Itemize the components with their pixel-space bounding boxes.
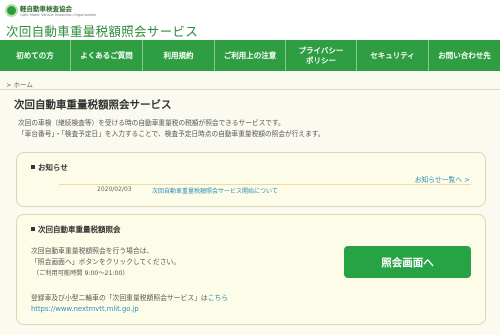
logo-text: 軽自動車検査協会 Light Motor Vehicle Inspection … bbox=[20, 5, 96, 17]
nav-first-time-label: 初めての方 bbox=[16, 50, 54, 60]
inquiry-instruction-2: 「照会画面へ」ボタンをクリックしてください。 bbox=[31, 258, 181, 266]
nav-privacy-policy[interactable]: プライバシー ポリシー bbox=[286, 40, 357, 71]
main-navigation: 初めての方 よくあるご質問 利用規約 ご利用上の注意 プライバシー ポリシー セ… bbox=[0, 40, 500, 71]
news-panel: お知らせ お知らせ一覧へ > 2020/02/03 次回自動車重量税額照会サービ… bbox=[16, 152, 486, 207]
site-title[interactable]: 次回自動車重量税額照会サービス bbox=[6, 21, 198, 40]
page-title: 次回自動車重量税額照会サービス bbox=[14, 99, 172, 111]
logo-name-jp: 軽自動車検査協会 bbox=[20, 4, 72, 13]
site-header: 軽自動車検査協会 Light Motor Vehicle Inspection … bbox=[0, 0, 500, 40]
service-hours: （ご利用可能時間 9:00～21:00） bbox=[33, 270, 129, 277]
inquiry-panel: 次回自動車重量税額照会 次回自動車重量税額照会を行う場合は、 「照会画面へ」ボタ… bbox=[16, 214, 486, 325]
news-list-link[interactable]: お知らせ一覧へ > bbox=[415, 174, 470, 184]
nav-usage-notes-label: ご利用上の注意 bbox=[223, 50, 277, 60]
intro-line-2: 「車台番号」・「検査予定日」を入力することで、検査予定日時点の自動車重量税額の照… bbox=[18, 130, 325, 138]
breadcrumb[interactable]: > ホーム bbox=[6, 79, 33, 89]
logo-name-en: Light Motor Vehicle Inspection Organizat… bbox=[20, 12, 97, 17]
news-item-link[interactable]: 次回自動車重量税額照会サービス開始について bbox=[152, 186, 278, 195]
intro-line-1: 次回の車検（継続検査等）を受ける時の自動車重量税の税額が照会できるサービスです。 bbox=[18, 119, 285, 127]
nav-first-time[interactable]: 初めての方 bbox=[0, 40, 71, 71]
nav-usage-notes[interactable]: ご利用上の注意 bbox=[215, 40, 286, 71]
news-heading: お知らせ bbox=[31, 162, 68, 173]
inquiry-instruction-1: 次回自動車重量税額照会を行う場合は、 bbox=[31, 247, 154, 255]
mlit-service-url[interactable]: https://www.nextmvtt.mlit.go.jp bbox=[31, 305, 139, 313]
intro-text: 次回の車検（継続検査等）を受ける時の自動車重量税の税額が照会できるサービスです。… bbox=[18, 118, 324, 140]
nav-contact[interactable]: お問い合わせ先 bbox=[429, 40, 500, 71]
news-divider bbox=[59, 184, 471, 185]
registered-vehicle-note-text: 登録車及び小型二輪車の「次回重量税額照会サービス」は bbox=[31, 294, 208, 302]
nav-faq[interactable]: よくあるご質問 bbox=[71, 40, 143, 71]
nav-security-label: セキュリティ bbox=[370, 50, 415, 60]
registered-vehicle-link[interactable]: こちら bbox=[208, 294, 228, 302]
inquiry-heading: 次回自動車重量税額照会 bbox=[31, 224, 121, 235]
nav-terms-label: 利用規約 bbox=[163, 50, 194, 60]
nav-faq-label: よくあるご質問 bbox=[80, 50, 133, 60]
nav-privacy-policy-label: プライバシー ポリシー bbox=[298, 45, 344, 65]
nav-contact-label: お問い合わせ先 bbox=[438, 50, 491, 60]
registered-vehicle-note: 登録車及び小型二輪車の「次回重量税額照会サービス」はこちら bbox=[31, 292, 228, 302]
organization-logo[interactable]: 軽自動車検査協会 Light Motor Vehicle Inspection … bbox=[5, 4, 96, 17]
breadcrumb-divider bbox=[0, 89, 500, 90]
news-item-date: 2020/02/03 bbox=[97, 186, 132, 193]
inquiry-screen-button[interactable]: 照会画面へ bbox=[344, 246, 471, 278]
nav-security[interactable]: セキュリティ bbox=[357, 40, 429, 71]
logo-mark-icon bbox=[5, 4, 18, 17]
nav-terms[interactable]: 利用規約 bbox=[143, 40, 215, 71]
